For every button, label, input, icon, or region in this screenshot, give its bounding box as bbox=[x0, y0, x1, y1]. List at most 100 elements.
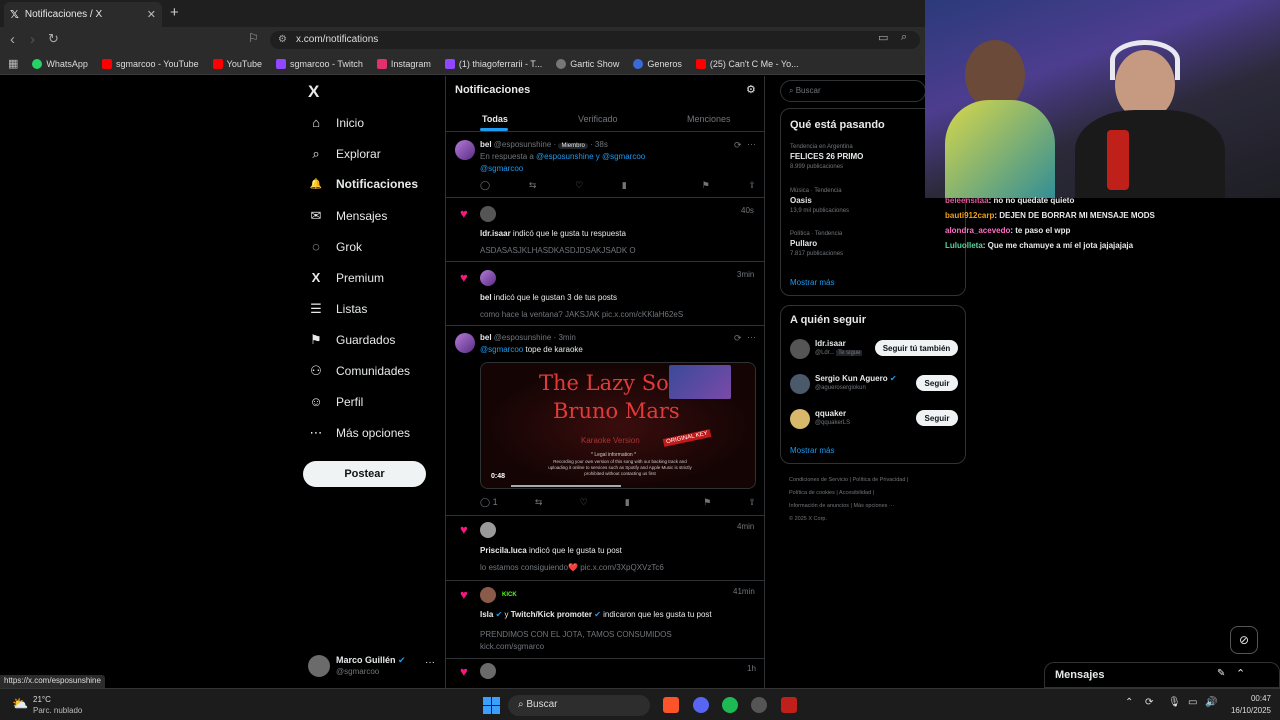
expand-icon[interactable]: ⌃ bbox=[1236, 667, 1245, 680]
voicemod-icon[interactable] bbox=[781, 697, 797, 713]
account-switcher[interactable]: Marco Guillén ✔ @sgmarcoo ··· bbox=[308, 653, 438, 683]
network-icon[interactable]: ▭ bbox=[1188, 697, 1197, 708]
like-notification[interactable]: ♥ 40s ldr.isaar indicó que le gusta tu r… bbox=[446, 198, 764, 262]
weather-temp[interactable]: 21°C bbox=[33, 695, 51, 704]
like-notification[interactable]: ♥ 1h bbox=[446, 659, 764, 688]
close-tab-icon[interactable]: ✕ bbox=[147, 8, 156, 21]
x-logo-icon[interactable]: X bbox=[308, 82, 319, 102]
follow-button[interactable]: Seguir bbox=[916, 410, 958, 426]
follow-button[interactable]: Seguir bbox=[916, 375, 958, 391]
spotify-icon[interactable] bbox=[722, 697, 738, 713]
follow-back-button[interactable]: Seguir tú también bbox=[875, 340, 958, 356]
nav-mas-opciones[interactable]: ⋯ Más opciones bbox=[308, 425, 411, 441]
settings-gear-icon[interactable]: ⚙ bbox=[746, 83, 756, 96]
tab-menciones[interactable]: Menciones bbox=[687, 114, 731, 124]
nav-guardados[interactable]: ⚑ Guardados bbox=[308, 332, 395, 348]
video-post[interactable]: bel @esposunshine · 3min ⟳ ··· @sgmarcoo… bbox=[446, 326, 764, 516]
tab-verificado[interactable]: Verificado bbox=[578, 114, 618, 124]
notification-preview: PRENDIMOS CON EL JOTA, TAMOS CONSUMIDOS bbox=[480, 630, 672, 639]
brave-browser-icon[interactable] bbox=[663, 697, 679, 713]
bookmark-icon[interactable]: ⚑ bbox=[703, 497, 711, 508]
windows-start-icon[interactable] bbox=[483, 697, 500, 714]
cast-icon[interactable]: ▭ bbox=[878, 31, 888, 44]
weather-icon[interactable]: ⛅ bbox=[12, 696, 28, 712]
post-button[interactable]: Postear bbox=[303, 461, 426, 487]
share-icon[interactable]: ⇪ bbox=[748, 497, 756, 508]
nav-perfil[interactable]: ☺ Perfil bbox=[308, 394, 363, 409]
volume-icon[interactable]: 🔊 bbox=[1205, 697, 1217, 708]
discord-icon[interactable] bbox=[693, 697, 709, 713]
clock-time[interactable]: 00:47 bbox=[1229, 694, 1271, 703]
messages-drawer[interactable]: Mensajes ✎ ⌃ bbox=[1044, 662, 1280, 688]
new-message-icon[interactable]: ✎ bbox=[1217, 668, 1225, 679]
tab-todas[interactable]: Todas bbox=[482, 114, 508, 124]
bookmark-item[interactable]: (1) thiagoferrarii - T... bbox=[444, 58, 542, 69]
microphone-icon[interactable]: 🎙 bbox=[1168, 697, 1181, 708]
obs-icon[interactable] bbox=[751, 697, 767, 713]
video-player[interactable]: The Lazy So Bruno Mars Karaoke Version O… bbox=[480, 362, 756, 489]
browser-tab[interactable]: 𝕏 Notificaciones / X ✕ bbox=[4, 2, 162, 27]
more-icon[interactable]: ··· bbox=[747, 332, 756, 342]
search-input[interactable]: ⌕ Buscar bbox=[780, 80, 926, 102]
nav-notificaciones[interactable]: 🔔 Notificaciones bbox=[308, 177, 418, 191]
trend-item[interactable]: Música · Tendencia Oasis 13,9 mil public… bbox=[790, 188, 849, 214]
repost-icon[interactable]: ⇆ bbox=[535, 497, 543, 508]
zoom-icon[interactable]: ⌕ bbox=[901, 31, 907, 44]
bookmark-item[interactable]: (25) Can't C Me - Yo... bbox=[695, 58, 799, 69]
clock-date[interactable]: 16/10/2025 bbox=[1222, 706, 1271, 715]
like-notification[interactable]: ♥ 3min bel indicó que le gustan 3 de tus… bbox=[446, 262, 764, 326]
apps-grid-icon[interactable]: ▦ bbox=[8, 57, 18, 70]
bookmark-star-icon[interactable]: ⚐ bbox=[248, 31, 259, 45]
back-icon[interactable]: ‹ bbox=[10, 31, 15, 48]
grok-float-button[interactable]: ⊘ bbox=[1230, 626, 1258, 654]
bookmark-item[interactable]: Gartic Show bbox=[556, 58, 619, 69]
repost-icon[interactable]: ⇆ bbox=[529, 180, 537, 191]
nav-listas[interactable]: ☰ Listas bbox=[308, 301, 367, 317]
bookmark-item[interactable]: sgmarcoo - YouTube bbox=[101, 58, 199, 69]
reply-post[interactable]: bel @esposunshine · Miembro · 38s ⟳ ··· … bbox=[446, 133, 764, 198]
reload-icon[interactable]: ↻ bbox=[48, 31, 59, 47]
show-more-link[interactable]: Mostrar más bbox=[790, 278, 834, 287]
grok-icon[interactable]: ⟳ bbox=[734, 140, 742, 151]
bookmark-item[interactable]: WhatsApp bbox=[32, 58, 88, 69]
nav-inicio[interactable]: ⌂ Inicio bbox=[308, 115, 364, 130]
more-icon[interactable]: ··· bbox=[747, 139, 756, 149]
tray-chevron-icon[interactable]: ⌃ bbox=[1125, 697, 1133, 708]
weather-desc[interactable]: Parc. nublado bbox=[33, 706, 82, 715]
bookmark-item[interactable]: Instagram bbox=[376, 58, 431, 69]
grok-icon[interactable]: ⟳ bbox=[734, 333, 742, 344]
forward-icon[interactable]: › bbox=[30, 31, 35, 48]
share-icon[interactable]: ⇪ bbox=[748, 180, 756, 191]
bookmark-item[interactable]: Generos bbox=[633, 58, 682, 69]
tray-app-icon[interactable]: ⟳ bbox=[1145, 697, 1153, 708]
nav-premium[interactable]: X Premium bbox=[308, 270, 384, 285]
like-notification[interactable]: ♥ KICK 41min Isla ✔ y Twitch/Kick promot… bbox=[446, 581, 764, 659]
views-icon[interactable]: ▮ bbox=[625, 497, 630, 508]
notification-preview: como hace la ventana? JAKSJAK pic.x.com/… bbox=[480, 310, 684, 319]
url-field[interactable]: ⚙ x.com/notifications bbox=[270, 31, 920, 49]
more-icon[interactable]: ··· bbox=[425, 657, 435, 668]
like-notification[interactable]: ♥ 4min Priscila.luca indicó que le gusta… bbox=[446, 516, 764, 581]
new-tab-button[interactable]: + bbox=[170, 4, 179, 21]
nav-comunidades[interactable]: ⚇ Comunidades bbox=[308, 363, 410, 379]
show-more-link[interactable]: Mostrar más bbox=[790, 446, 834, 455]
post-actions: ◯ 1 ⇆ ♡ ▮ ⚑ ⇪ bbox=[480, 497, 756, 508]
views-icon[interactable]: ▮ bbox=[622, 180, 627, 191]
trend-item[interactable]: Política · Tendencia Pullaro 7.817 publi… bbox=[790, 231, 843, 257]
bookmark-item[interactable]: YouTube bbox=[212, 58, 262, 69]
trend-item[interactable]: Tendencia en Argentina FELICES 26 PRIMO … bbox=[790, 144, 863, 170]
chat-user: bauti912carp bbox=[945, 211, 995, 220]
post-text[interactable]: @sgmarcoo bbox=[480, 164, 523, 173]
bookmark-item[interactable]: sgmarcoo - Twitch bbox=[276, 58, 363, 69]
reply-icon[interactable]: ◯ bbox=[480, 180, 490, 191]
nav-grok[interactable]: ◌ Grok bbox=[308, 239, 362, 254]
like-icon[interactable]: ♡ bbox=[580, 497, 588, 508]
site-info-icon[interactable]: ⚙ bbox=[278, 31, 287, 49]
nav-explorar[interactable]: ⌕ Explorar bbox=[308, 146, 380, 162]
taskbar-search[interactable]: ⌕ Buscar bbox=[508, 695, 650, 716]
video-progress-bar[interactable] bbox=[511, 485, 621, 487]
reply-icon[interactable]: ◯ 1 bbox=[480, 497, 498, 508]
bookmark-icon[interactable]: ⚑ bbox=[702, 180, 710, 191]
like-icon[interactable]: ♡ bbox=[575, 180, 583, 191]
nav-mensajes[interactable]: ✉ Mensajes bbox=[308, 208, 388, 224]
